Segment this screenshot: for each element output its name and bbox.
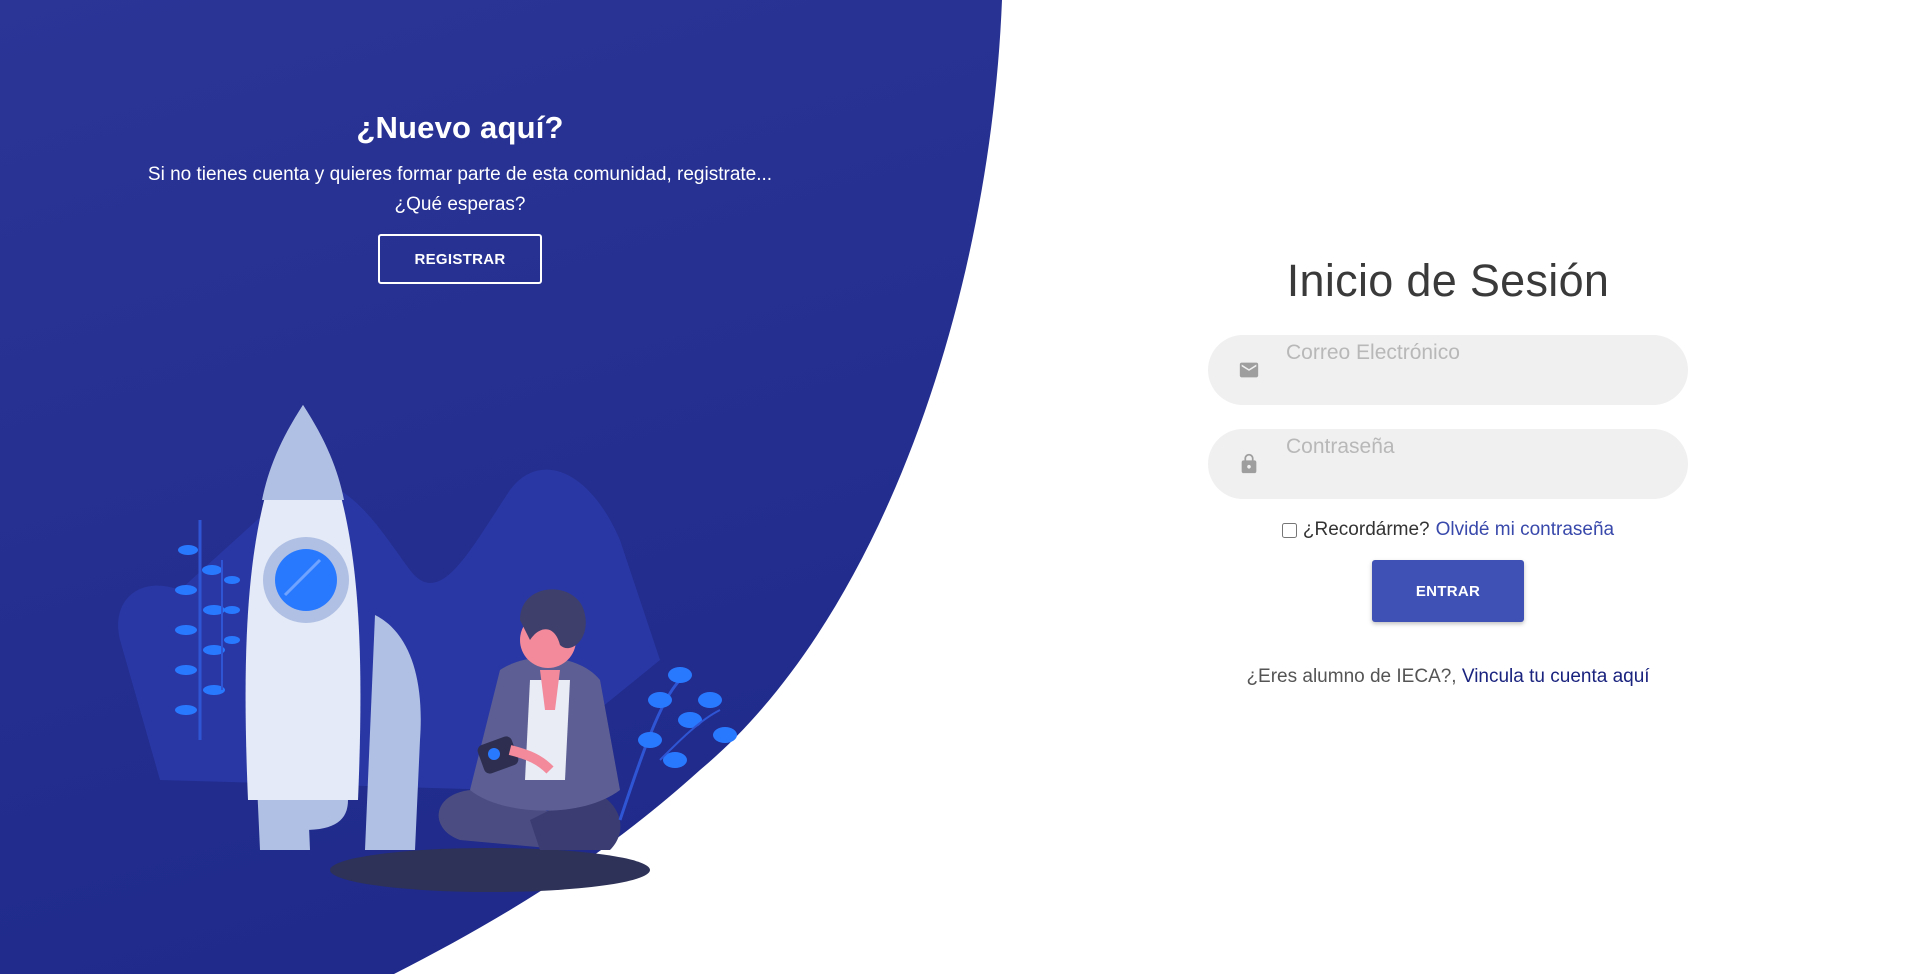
email-input[interactable] [1286,335,1666,405]
password-input[interactable] [1286,429,1666,499]
password-field-wrapper [1208,429,1688,499]
enter-button[interactable]: ENTRAR [1372,560,1524,622]
login-page: ¿Nuevo aquí? Si no tienes cuenta y quier… [0,0,1920,974]
remember-label[interactable]: ¿Recordárme? [1303,519,1430,541]
register-description: Si no tienes cuenta y quieres formar par… [147,164,773,215]
mail-icon [1239,362,1259,378]
remember-row: ¿Recordárme? Olvidé mi contraseña [1208,519,1688,541]
link-ieca-account[interactable]: Vincula tu cuenta aquí [1462,666,1650,687]
lock-icon [1241,453,1257,474]
remember-checkbox[interactable] [1281,522,1297,538]
register-promo: ¿Nuevo aquí? Si no tienes cuenta y quier… [120,110,800,284]
plant-right [618,667,737,821]
forgot-password-link[interactable]: Olvidé mi contraseña [1436,519,1614,541]
rocket-illustration [118,405,737,892]
register-button[interactable]: REGISTRAR [378,234,542,284]
login-form: Inicio de Sesión ¿Recordárme? Olvidé mi … [1208,255,1688,688]
email-field-wrapper [1208,335,1688,405]
login-title: Inicio de Sesión [1286,255,1610,306]
shadow [330,848,650,892]
ieca-link-row: ¿Eres alumno de IECA?, Vincula tu cuenta… [1208,666,1688,688]
register-title: ¿Nuevo aquí? [356,110,564,145]
ieca-prompt: ¿Eres alumno de IECA?, [1246,666,1457,687]
